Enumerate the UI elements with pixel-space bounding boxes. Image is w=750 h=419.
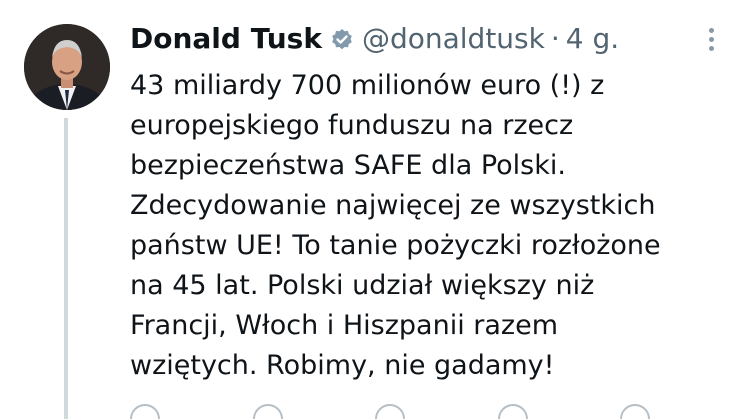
post-text-line: na 45 lat. Polski udział większy niż	[130, 270, 595, 301]
post-text-line: 43 miliardy 700 milionów euro (!) z	[130, 70, 605, 101]
header-separator: ·	[550, 21, 560, 55]
tweet: Donald Tusk @donaldtusk · 4 g. 43 miliar…	[0, 0, 750, 419]
author-name[interactable]: Donald Tusk	[130, 22, 322, 55]
post-text-line: Zdecydowanie najwięcej ze wszystkich	[130, 190, 656, 221]
post-text: 43 miliardy 700 milionów euro (!) z euro…	[130, 66, 730, 386]
author-handle[interactable]: @donaldtusk	[362, 22, 545, 55]
avatar-photo	[24, 24, 110, 110]
repost-icon[interactable]	[252, 404, 283, 419]
post-text-line: państw UE! To tanie pożyczki rozłożone	[130, 230, 661, 261]
post-text-line: bezpieczeństwa SAFE dla Polski.	[130, 150, 566, 181]
post-text-line: europejskiego funduszu na rzecz	[130, 110, 574, 141]
thread-line	[64, 118, 68, 419]
like-icon[interactable]	[375, 404, 405, 419]
share-icon[interactable]	[620, 404, 650, 419]
post-text-line: wziętych. Robimy, nie gadamy!	[130, 350, 555, 381]
post-timestamp[interactable]: 4 g.	[566, 22, 619, 55]
more-options-icon[interactable]	[696, 24, 726, 54]
verified-badge-icon	[330, 26, 354, 50]
reply-icon[interactable]	[130, 404, 160, 419]
views-icon[interactable]	[497, 404, 528, 419]
action-bar	[130, 404, 650, 419]
tweet-header: Donald Tusk @donaldtusk · 4 g.	[130, 18, 619, 58]
avatar[interactable]	[24, 24, 110, 110]
post-text-line: Francji, Włoch i Hiszpanii razem	[130, 310, 559, 341]
